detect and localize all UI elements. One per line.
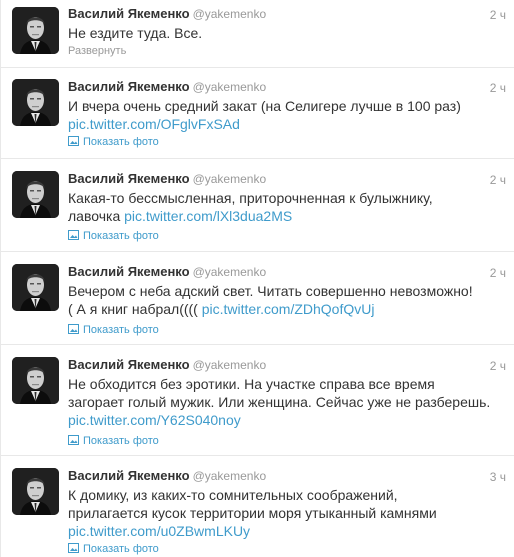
avatar[interactable] [12,79,59,126]
photo-icon [68,324,79,334]
tweet-text-line: загорает голый мужик. Или женщина. Сейча… [68,394,491,410]
expand-link[interactable]: Развернуть [68,44,126,58]
pic-link[interactable]: pic.twitter.com/lXl3dua2MS [124,208,292,224]
show-photo-button[interactable]: Показать фото [68,542,159,556]
tweet-text-line: И вчера очень средний закат (на Селигере… [68,98,461,114]
tweet-text-line: Какая-то бессмысленная, приторочненная к… [68,190,433,206]
photo-icon [68,435,79,445]
pic-link[interactable]: pic.twitter.com/ZDhQofQvUj [202,301,375,317]
photo-icon [68,543,79,553]
author-name[interactable]: Василий Якеменко [68,79,190,94]
timestamp[interactable]: 2 ч [490,265,506,281]
avatar[interactable] [12,7,59,54]
photo-icon [68,136,79,146]
tweet-text-line: Не обходится без эротики. На участке спр… [68,376,435,392]
tweet-text: Вечером с неба адский свет. Читать совер… [68,282,500,318]
avatar[interactable] [12,468,59,515]
tweet-text-line: ( А я книг набрал(((( [68,301,202,317]
author-handle[interactable]: @yakemenko [193,469,267,483]
show-photo-label: Показать фото [83,324,159,336]
timestamp[interactable]: 2 ч [490,80,506,96]
author-name[interactable]: Василий Якеменко [68,357,190,372]
user-portrait-icon [12,7,59,54]
pic-link[interactable]: pic.twitter.com/OFglvFxSAd [68,116,240,132]
tweet-header: Василий Якеменко @yakemenko [68,79,266,95]
author-name[interactable]: Василий Якеменко [68,171,190,186]
timestamp[interactable]: 2 ч [490,358,506,374]
author-handle[interactable]: @yakemenko [193,265,267,279]
tweet[interactable]: Василий Якеменко @yakemenko 2 ч Не ездите… [1,0,514,68]
tweet-text: И вчера очень средний закат (на Селигере… [68,97,500,133]
author-handle[interactable]: @yakemenko [193,358,267,372]
show-photo-label: Показать фото [83,136,159,148]
tweet-text-line: лавочка [68,208,125,224]
pic-link[interactable]: pic.twitter.com/u0ZBwmLKUy [68,523,250,539]
show-photo-label: Показать фото [83,435,159,447]
avatar[interactable] [12,264,59,311]
user-portrait-icon [12,264,59,311]
user-portrait-icon [12,468,59,515]
tweet-timeline: Василий Якеменко @yakemenko 2 ч Не ездите… [0,0,514,557]
user-portrait-icon [12,79,59,126]
user-portrait-icon [12,357,59,404]
tweet-text: Не ездите туда. Все. [68,24,500,42]
tweet-header: Василий Якеменко @yakemenko [68,264,266,280]
tweet-text: Не обходится без эротики. На участке спр… [68,375,500,429]
author-handle[interactable]: @yakemenko [193,172,267,186]
tweet-text-line: Вечером с неба адский свет. Читать совер… [68,283,473,299]
tweet-header: Василий Якеменко @yakemenko [68,357,266,373]
tweet-header: Василий Якеменко @yakemenko [68,6,266,22]
tweet-header: Василий Якеменко @yakemenko [68,468,266,484]
author-handle[interactable]: @yakemenko [193,80,267,94]
avatar[interactable] [12,357,59,404]
tweet[interactable]: Василий Якеменко @yakemenko 2 ч Не обходи… [1,345,514,456]
show-photo-label: Показать фото [83,230,159,242]
tweet[interactable]: Василий Якеменко @yakemenko 2 ч Вечером с… [1,252,514,345]
timestamp[interactable]: 2 ч [490,7,506,23]
author-name[interactable]: Василий Якеменко [68,468,190,483]
author-handle[interactable]: @yakemenko [193,7,267,21]
show-photo-button[interactable]: Показать фото [68,323,159,337]
show-photo-button[interactable]: Показать фото [68,434,159,448]
author-name[interactable]: Василий Якеменко [68,6,190,21]
author-name[interactable]: Василий Якеменко [68,264,190,279]
avatar[interactable] [12,171,59,218]
tweet[interactable]: Василий Якеменко @yakemenko 3 ч К домику,… [1,456,514,557]
tweet-text: К домику, из каких-то сомнительных сообр… [68,486,500,540]
user-portrait-icon [12,171,59,218]
show-photo-label: Показать фото [83,543,159,555]
tweet[interactable]: Василий Якеменко @yakemenko 2 ч Какая-то … [1,159,514,252]
show-photo-button[interactable]: Показать фото [68,229,159,243]
tweet-text-line: прилагается кусок территории моря утыкан… [68,505,437,521]
show-photo-button[interactable]: Показать фото [68,135,159,149]
tweet-text-line: Не ездите туда. Все. [68,25,203,41]
tweet-header: Василий Якеменко @yakemenko [68,171,266,187]
timestamp[interactable]: 2 ч [490,172,506,188]
tweet-text-line: К домику, из каких-то сомнительных сообр… [68,487,398,503]
photo-icon [68,230,79,240]
tweet[interactable]: Василий Якеменко @yakemenko 2 ч И вчера о… [1,68,514,159]
tweet-text: Какая-то бессмысленная, приторочненная к… [68,189,500,225]
timestamp[interactable]: 3 ч [490,469,506,485]
pic-link[interactable]: pic.twitter.com/Y62S040noy [68,412,241,428]
